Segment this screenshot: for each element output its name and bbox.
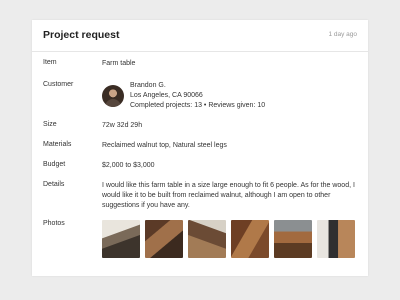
materials-label: Materials	[43, 141, 72, 148]
project-request-card: Project request 1 day ago Item Farm tabl…	[32, 20, 368, 276]
photo-thumbnail[interactable]	[274, 220, 312, 258]
budget-label: Budget	[43, 161, 66, 168]
customer-stats: Completed projects: 13 • Reviews given: …	[130, 102, 266, 109]
photo-strip	[102, 220, 355, 258]
details-value: I would like this farm table in a size l…	[102, 182, 355, 209]
avatar[interactable]	[102, 85, 124, 107]
card-header: Project request 1 day ago	[32, 20, 368, 52]
photo-thumbnail[interactable]	[317, 220, 355, 258]
page-title: Project request	[43, 29, 120, 41]
budget-value: $2,000 to $3,000	[102, 162, 155, 169]
customer-name[interactable]: Brandon G.	[130, 81, 265, 91]
photo-thumbnail[interactable]	[102, 220, 140, 258]
customer-info: Brandon G. Los Angeles, CA 90066 Complet…	[130, 81, 265, 111]
details-label: Details	[43, 181, 65, 188]
customer-label: Customer	[43, 81, 74, 88]
materials-value: Reclaimed walnut top, Natural steel legs	[102, 142, 227, 149]
size-value: 72w 32d 29h	[102, 122, 143, 129]
item-label: Item	[43, 59, 57, 66]
photo-thumbnail[interactable]	[231, 220, 269, 258]
customer-location: Los Angeles, CA 90066	[130, 92, 203, 99]
size-label: Size	[43, 121, 57, 128]
item-value: Farm table	[102, 60, 136, 67]
photo-thumbnail[interactable]	[188, 220, 226, 258]
photos-label: Photos	[43, 220, 65, 227]
timestamp: 1 day ago	[328, 31, 357, 38]
photo-thumbnail[interactable]	[145, 220, 183, 258]
